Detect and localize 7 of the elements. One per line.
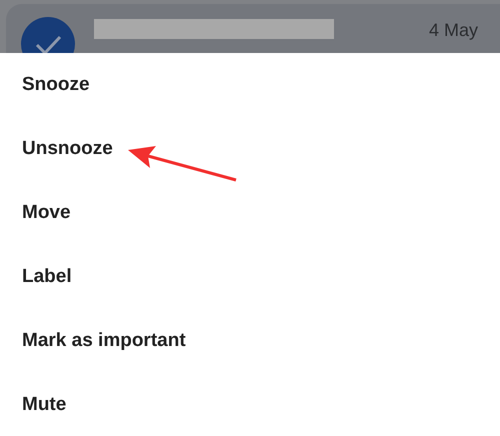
email-date: 4 May bbox=[428, 20, 478, 41]
menu-item[interactable]: Label bbox=[22, 259, 72, 295]
menu-item[interactable]: Move bbox=[22, 195, 71, 231]
menu-item[interactable]: Mute bbox=[22, 387, 66, 423]
menu-item[interactable]: Unsnooze bbox=[22, 131, 113, 167]
menu-item[interactable]: Mark as important bbox=[22, 323, 186, 359]
menu-item[interactable]: Snooze bbox=[22, 67, 90, 103]
